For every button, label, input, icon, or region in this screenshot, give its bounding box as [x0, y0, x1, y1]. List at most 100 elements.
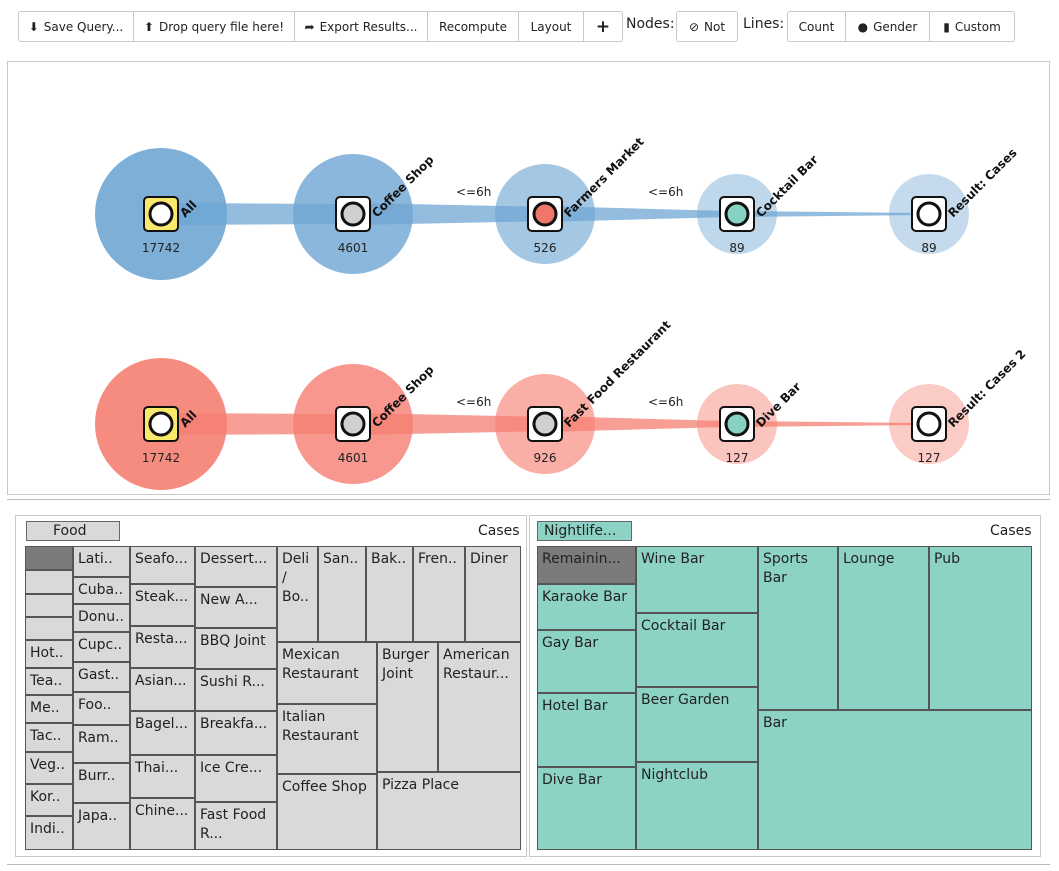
flow-1-gap-label: <=6h — [648, 185, 683, 199]
upload-circle-icon: ⬆ — [143, 19, 154, 34]
count-button[interactable]: Count — [787, 11, 846, 42]
ban-icon: ⊘ — [688, 19, 700, 34]
food-treemap-cell[interactable]: Sushi R... — [195, 669, 277, 711]
food-treemap-cell[interactable]: Italian Restaurant — [277, 704, 377, 774]
food-treemap-header[interactable]: Food — [26, 521, 120, 541]
food-treemap-cell[interactable]: Diner — [465, 546, 521, 642]
nightlife-treemap-cell[interactable]: Karaoke Bar — [537, 584, 636, 630]
food-treemap-cell[interactable] — [25, 617, 73, 640]
recompute-button[interactable]: Recompute — [427, 11, 519, 42]
food-treemap-cell[interactable]: Pizza Place — [377, 772, 521, 850]
food-treemap-cell[interactable]: Chine... — [130, 798, 195, 850]
food-treemap-cell[interactable]: Ram.. — [73, 725, 130, 763]
food-treemap-cell[interactable]: Mexican Restaurant — [277, 642, 377, 704]
food-treemap-cell[interactable]: Ice Cre... — [195, 755, 277, 802]
nightlife-treemap-cell[interactable]: Remainin... — [537, 546, 636, 584]
custom-button[interactable]: ▮ Custom — [929, 11, 1015, 42]
nightlife-treemap-cell[interactable]: Pub — [929, 546, 1032, 710]
food-treemap-cell[interactable]: Gast.. — [73, 662, 130, 692]
query-flow-graph: <=6h <=6h17742All4601Coffee Shop526Farmer… — [95, 134, 1028, 490]
flow-2-node-dot — [724, 411, 750, 437]
food-treemap-cell[interactable] — [25, 570, 73, 594]
nodes-label: Nodes: — [626, 16, 675, 32]
flow-2-node-dot — [532, 411, 558, 437]
food-treemap-cell[interactable]: Japa.. — [73, 803, 130, 850]
food-treemap-cell[interactable]: Deli / Bo.. — [277, 546, 318, 642]
flow-2-node-dot — [916, 411, 942, 437]
food-treemap-cell[interactable]: San.. — [318, 546, 366, 642]
lines-button-group: Count ● Gender ▮ Custom — [787, 11, 1015, 42]
nightlife-treemap-cell[interactable]: Lounge — [838, 546, 929, 710]
food-treemap-cell[interactable]: Cuba.. — [73, 577, 130, 604]
nightlife-treemap-cell[interactable]: Sports Bar — [758, 546, 838, 710]
food-treemap-cell[interactable]: Seafo... — [130, 546, 195, 584]
nightlife-treemap-cell[interactable]: Dive Bar — [537, 767, 636, 850]
food-treemap-cell[interactable]: BBQ Joint — [195, 628, 277, 669]
download-circle-icon: ⬇ — [28, 19, 39, 34]
food-treemap-cell[interactable]: Veg.. — [25, 752, 73, 784]
food-treemap-cell[interactable]: Foo.. — [73, 692, 130, 725]
food-treemap-cell[interactable]: American Restaur... — [438, 642, 521, 772]
query-button-group: ⬇ Save Query... ⬆ Drop query file here! ➦ E… — [18, 11, 623, 42]
flow-1-node-dot — [532, 201, 558, 227]
food-treemap-cell[interactable]: Steak... — [130, 584, 195, 626]
food-treemap-cell[interactable]: Breakfa... — [195, 711, 277, 755]
flow-1-node-dot — [724, 201, 750, 227]
flow-1-node-dot — [340, 201, 366, 227]
food-treemap-cell[interactable]: Resta... — [130, 626, 195, 668]
not-button[interactable]: ⊘ Not — [676, 11, 738, 42]
flow-2-node-dot — [340, 411, 366, 437]
nightlife-treemap-cell[interactable]: Hotel Bar — [537, 693, 636, 767]
layout-button[interactable]: Layout — [518, 11, 584, 42]
food-treemap-cell[interactable] — [25, 594, 73, 617]
flow-1-node-count: 526 — [534, 241, 557, 255]
food-treemap-cell[interactable]: Indi.. — [25, 816, 73, 850]
food-treemap-cell[interactable]: Burr.. — [73, 763, 130, 803]
flow-1-node-count: 89 — [921, 241, 936, 255]
toolbar: ⬇ Save Query... ⬆ Drop query file here! ➦ E… — [0, 0, 1059, 56]
drop-query-button[interactable]: ⬆ Drop query file here! — [133, 11, 295, 42]
flow-2-node-label: Fast Food Restaurant — [561, 318, 673, 430]
nightlife-treemap-header[interactable]: Nightlife... — [537, 521, 632, 541]
food-treemap-cell[interactable]: Cupc.. — [73, 632, 130, 662]
food-treemap-cell[interactable]: Bak.. — [366, 546, 413, 642]
flow-1-node-count: 4601 — [338, 241, 369, 255]
nightlife-treemap-cell[interactable]: Beer Garden — [636, 687, 758, 762]
flow-2-gap-label: <=6h — [648, 395, 683, 409]
flow-1-node-label: Result: Cases — [945, 146, 1019, 220]
nightlife-treemap-cell[interactable]: Gay Bar — [537, 630, 636, 693]
nightlife-treemap-cell[interactable]: Wine Bar — [636, 546, 758, 613]
export-results-button[interactable]: ➦ Export Results... — [294, 11, 428, 42]
flow-1-gap-label: <=6h — [456, 185, 491, 199]
gender-button[interactable]: ● Gender — [845, 11, 930, 42]
flow-2-node-count: 127 — [918, 451, 941, 465]
share-arrow-icon: ➦ — [304, 19, 315, 34]
food-treemap-cell[interactable]: Kor.. — [25, 784, 73, 816]
plus-icon: + — [595, 16, 611, 37]
food-treemap-cell[interactable]: Hot.. — [25, 640, 73, 668]
food-treemap-cell[interactable]: Tac.. — [25, 723, 73, 752]
food-treemap-cell[interactable]: Bagel... — [130, 711, 195, 755]
save-query-button[interactable]: ⬇ Save Query... — [18, 11, 134, 42]
food-treemap-cell[interactable]: Asian... — [130, 668, 195, 711]
food-treemap-cell[interactable]: Donu.. — [73, 604, 130, 632]
food-treemap-cell[interactable]: New A... — [195, 587, 277, 628]
food-treemap-cell[interactable]: Tea.. — [25, 668, 73, 695]
food-treemap-cell[interactable]: Thai... — [130, 755, 195, 798]
food-treemap-cell[interactable]: Fast Food R... — [195, 802, 277, 850]
add-button[interactable]: + — [583, 11, 623, 42]
lines-label: Lines: — [743, 16, 785, 32]
file-icon: ▮ — [943, 19, 950, 34]
nightlife-treemap-cell[interactable]: Nightclub — [636, 762, 758, 850]
food-treemap-cell[interactable]: Dessert... — [195, 546, 277, 587]
nightlife-treemap-cell[interactable]: Bar — [758, 710, 1032, 850]
food-treemap-cell[interactable]: Me.. — [25, 695, 73, 723]
food-treemap-cell[interactable]: Burger Joint — [377, 642, 438, 772]
food-treemap-cell[interactable]: Fren.. — [413, 546, 465, 642]
flow-1-node-count: 89 — [729, 241, 744, 255]
food-treemap-cell[interactable] — [25, 546, 73, 570]
food-treemap-cell[interactable]: Lati.. — [73, 546, 130, 577]
flow-1-node-dot — [148, 201, 174, 227]
food-treemap-cell[interactable]: Coffee Shop — [277, 774, 377, 850]
nightlife-treemap-cell[interactable]: Cocktail Bar — [636, 613, 758, 687]
